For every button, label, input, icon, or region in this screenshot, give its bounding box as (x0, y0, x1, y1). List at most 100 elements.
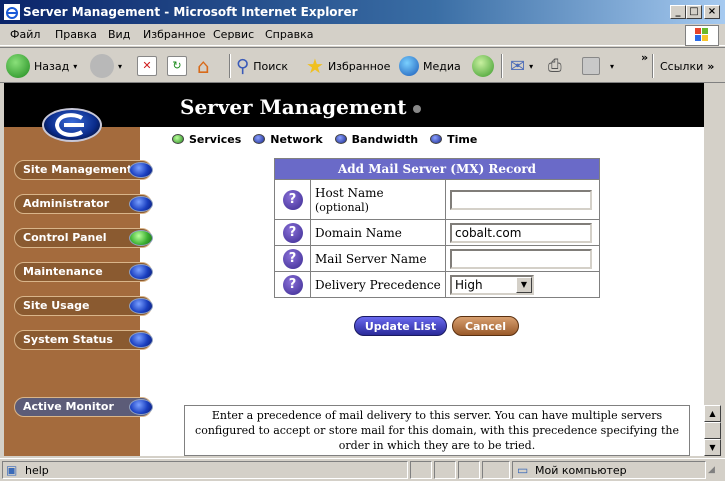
home-button[interactable]: ⌂ (197, 52, 210, 80)
back-arrow-icon (6, 54, 30, 78)
minimize-button[interactable]: _ (670, 5, 686, 19)
links-chevron: » (707, 59, 715, 73)
print-button[interactable]: ⎙ (548, 52, 562, 80)
sidebar-item-label: Site Usage (23, 299, 90, 312)
media-label: Медиа (423, 59, 461, 73)
sidebar-item-active-monitor[interactable]: Active Monitor (14, 397, 153, 417)
refresh-button[interactable]: ↻ (167, 52, 187, 80)
sidebar: Site Management Administrator Control Pane… (4, 83, 153, 456)
menu-favorites[interactable]: Избранное (143, 28, 205, 41)
tab-indicator-icon (334, 134, 347, 144)
title-bullet-icon (412, 104, 421, 113)
status-dot-icon (129, 196, 153, 212)
menu-help[interactable]: Справка (265, 28, 313, 41)
resize-grip-icon[interactable]: ◢ (708, 465, 722, 479)
cancel-button[interactable]: Cancel (452, 316, 519, 336)
form-row-host: ? Host Name (optional) (274, 179, 600, 220)
history-button[interactable] (472, 52, 494, 80)
search-icon: ⚲ (236, 55, 250, 77)
scroll-down-button[interactable]: ▼ (704, 439, 721, 456)
update-list-button[interactable]: Update List (354, 316, 447, 336)
sidebar-item-site-management[interactable]: Site Management (14, 160, 153, 180)
sidebar-item-label: Active Monitor (23, 400, 114, 413)
back-label: Назад (34, 59, 70, 73)
menu-bar: Файл Правка Вид Избранное Сервис Справка (0, 24, 725, 46)
sidebar-item-control-panel[interactable]: Control Panel (14, 228, 153, 248)
toolbar-separator (229, 54, 231, 78)
windows-logo (685, 25, 719, 46)
favorites-button[interactable]: ★ Избранное (306, 52, 390, 80)
tab-time[interactable]: Time (430, 131, 477, 147)
mail-server-input[interactable] (450, 248, 592, 269)
chevron-down-icon[interactable]: ▼ (516, 276, 532, 293)
search-button[interactable]: ⚲ Поиск (236, 52, 288, 80)
back-button[interactable]: Назад ▾ (6, 52, 77, 80)
media-button[interactable]: Медиа (399, 52, 461, 80)
help-icon[interactable]: ? (282, 248, 303, 269)
refresh-icon: ↻ (167, 56, 187, 76)
stop-button[interactable]: ✕ (137, 52, 157, 80)
links-button[interactable]: Ссылки » (660, 52, 714, 80)
sidebar-item-system-status[interactable]: System Status (14, 330, 153, 350)
tab-network[interactable]: Network (253, 131, 323, 147)
status-dot-icon (129, 298, 153, 314)
edit-button[interactable]: ▾ (582, 52, 614, 80)
title-bar: Server Management - Microsoft Internet E… (0, 0, 725, 24)
host-name-sublabel: (optional) (315, 200, 369, 214)
forward-arrow-icon (90, 54, 114, 78)
history-icon (472, 55, 494, 77)
status-dot-icon (129, 230, 153, 246)
computer-icon: ▭ (517, 463, 529, 477)
help-text: Enter a precedence of mail delivery to t… (184, 405, 690, 456)
sidebar-item-site-usage[interactable]: Site Usage (14, 296, 153, 316)
search-label: Поиск (253, 59, 289, 73)
tab-indicator-icon (172, 134, 184, 144)
form-row-precedence: ? Delivery Precedence High ▼ (274, 271, 600, 298)
print-icon: ⎙ (548, 56, 562, 76)
status-dot-icon (129, 332, 153, 348)
host-name-input[interactable] (450, 189, 592, 210)
stop-icon: ✕ (137, 56, 157, 76)
page-icon: ▣ (6, 463, 18, 477)
help-icon[interactable]: ? (282, 189, 303, 210)
domain-name-label: Domain Name (310, 219, 446, 246)
ie-icon (4, 4, 20, 20)
tab-services[interactable]: Services (172, 131, 241, 147)
scroll-up-button[interactable]: ▲ (704, 405, 721, 422)
mail-button[interactable]: ✉ ▾ (510, 52, 533, 80)
sub-tabs: Services Network Bandwidth Time (172, 131, 477, 147)
mail-icon: ✉ (510, 55, 526, 77)
sidebar-item-maintenance[interactable]: Maintenance (14, 262, 153, 282)
toolbar-chevron[interactable]: » (641, 51, 648, 64)
scroll-thumb[interactable] (704, 422, 721, 439)
precedence-label: Delivery Precedence (310, 271, 446, 298)
sidebar-item-label: Site Management (23, 163, 133, 176)
page-header: Server Management (140, 83, 704, 127)
vertical-scrollbar[interactable]: ▲ ▼ (704, 83, 721, 456)
status-dot-icon (129, 399, 153, 415)
menu-edit[interactable]: Правка (55, 28, 97, 41)
help-icon[interactable]: ? (282, 222, 303, 243)
host-name-label: Host Name (optional) (310, 179, 446, 220)
status-cell (410, 461, 432, 479)
sidebar-item-label: Control Panel (23, 231, 107, 244)
home-icon: ⌂ (197, 54, 210, 78)
close-button[interactable]: × (704, 5, 720, 19)
menu-tools[interactable]: Сервис (213, 28, 254, 41)
maximize-button[interactable]: □ (686, 5, 702, 19)
sidebar-item-label: System Status (23, 333, 113, 346)
tab-bandwidth[interactable]: Bandwidth (334, 131, 418, 147)
help-icon[interactable]: ? (282, 274, 303, 295)
tab-indicator-icon (430, 134, 443, 144)
menu-view[interactable]: Вид (108, 28, 130, 41)
domain-name-input[interactable] (450, 222, 592, 243)
cobalt-logo (42, 108, 102, 142)
menu-file[interactable]: Файл (10, 28, 40, 41)
status-cell (458, 461, 480, 479)
precedence-select[interactable]: High ▼ (450, 274, 534, 295)
links-label: Ссылки (660, 59, 704, 73)
toolbar-separator (501, 54, 503, 78)
forward-button[interactable]: ▾ (90, 52, 122, 80)
window-title: Server Management - Microsoft Internet E… (23, 5, 358, 19)
sidebar-item-administrator[interactable]: Administrator (14, 194, 153, 214)
